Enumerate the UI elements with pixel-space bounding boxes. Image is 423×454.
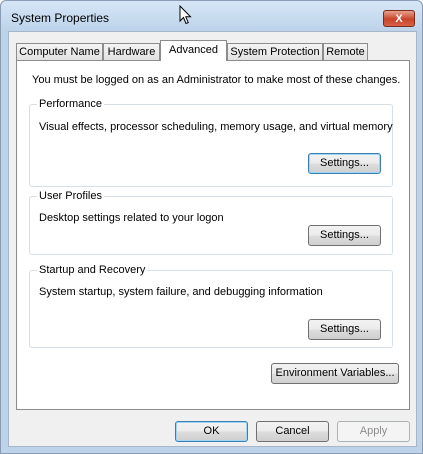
performance-settings-button[interactable]: Settings... [308,153,381,174]
startup-recovery-settings-button[interactable]: Settings... [308,319,381,340]
performance-title: Performance [37,98,104,110]
user-profiles-description: Desktop settings related to your logon [39,212,224,224]
apply-button: Apply [337,421,410,442]
tab-computer-name[interactable]: Computer Name [16,43,103,60]
user-profiles-settings-button[interactable]: Settings... [308,225,381,246]
startup-recovery-description: System startup, system failure, and debu… [39,286,323,298]
window-title: System Properties [11,11,110,25]
dialog-client-area: Computer Name Hardware Advanced System P… [8,31,417,447]
environment-variables-button[interactable]: Environment Variables... [271,363,399,384]
tab-advanced[interactable]: Advanced [160,40,227,61]
tab-hardware[interactable]: Hardware [103,43,160,60]
cancel-button[interactable]: Cancel [256,421,329,442]
close-icon: X [395,13,403,25]
tab-remote[interactable]: Remote [323,43,368,60]
performance-description: Visual effects, processor scheduling, me… [39,121,393,133]
startup-recovery-group: Startup and Recovery System startup, sys… [29,264,393,348]
startup-recovery-title: Startup and Recovery [37,264,148,276]
title-bar[interactable]: System Properties X [1,1,422,31]
tab-system-protection[interactable]: System Protection [227,43,323,60]
admin-notice: You must be logged on as an Administrato… [32,74,401,86]
advanced-tab-panel: You must be logged on as an Administrato… [16,60,410,410]
close-button[interactable]: X [383,10,415,27]
mouse-pointer-icon [179,5,192,25]
user-profiles-title: User Profiles [37,190,104,202]
user-profiles-group: User Profiles Desktop settings related t… [29,190,393,255]
performance-group: Performance Visual effects, processor sc… [29,98,393,187]
ok-button[interactable]: OK [175,421,248,442]
system-properties-window: System Properties X Computer Name Hardwa… [0,0,423,454]
